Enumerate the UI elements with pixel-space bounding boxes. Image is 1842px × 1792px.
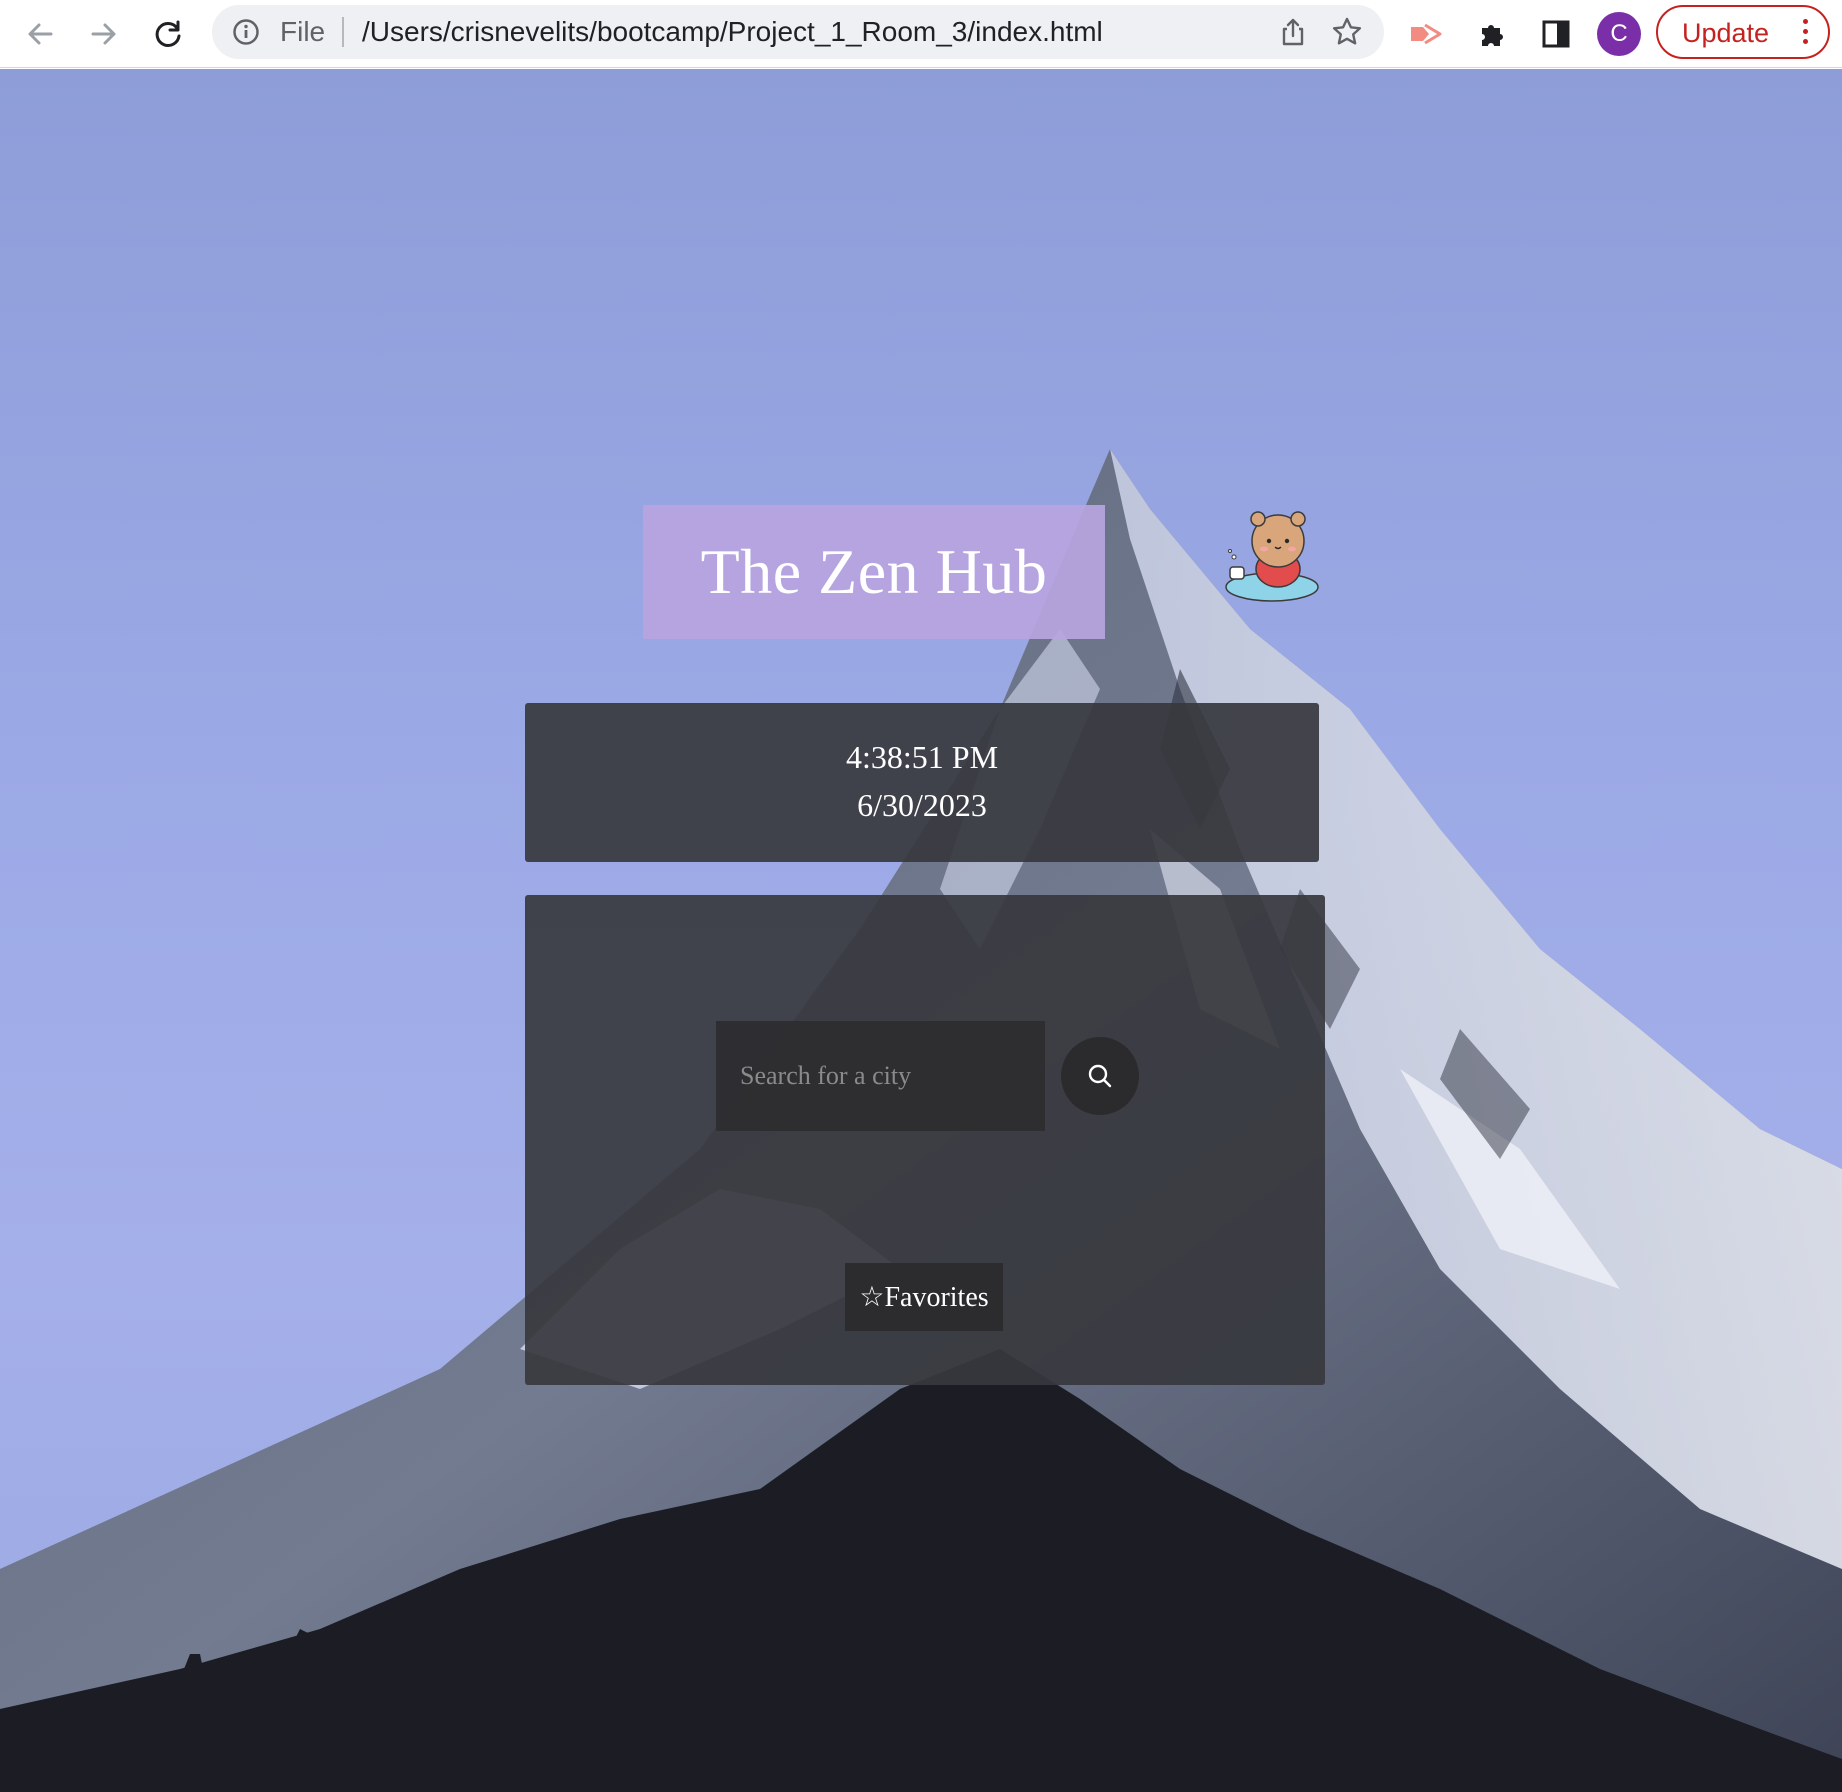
current-date: 6/30/2023 <box>857 787 987 823</box>
weather-search-panel: ☆Favorites <box>525 895 1325 1385</box>
back-arrow-icon <box>28 23 53 45</box>
url-scheme: File <box>280 16 326 47</box>
current-time: 4:38:51 PM <box>845 739 999 775</box>
url-divider <box>342 17 344 47</box>
search-button[interactable] <box>1061 1037 1139 1115</box>
extension-arrow-icon[interactable] <box>1404 12 1448 56</box>
info-icon[interactable] <box>232 18 260 46</box>
address-bar[interactable]: File /Users/crisnevelits/bootcamp/Projec… <box>212 5 1384 59</box>
page-viewport: The Zen Hub 4:38:51 PM 6/30/2023 ☆Favori… <box>0 69 1842 1792</box>
share-icon[interactable] <box>1276 15 1310 49</box>
url-text[interactable]: /Users/crisnevelits/bootcamp/Project_1_R… <box>362 18 1103 46</box>
profile-avatar[interactable]: C <box>1597 12 1641 56</box>
reload-icon <box>155 20 181 47</box>
bear-mascot-image <box>1225 511 1319 602</box>
city-search-input[interactable] <box>716 1021 1045 1131</box>
forward-button[interactable] <box>82 12 126 56</box>
page-title: The Zen Hub <box>700 536 1048 607</box>
browser-toolbar: File /Users/crisnevelits/bootcamp/Projec… <box>0 0 1842 68</box>
puzzle-icon[interactable] <box>1470 12 1514 56</box>
kebab-menu-icon[interactable] <box>1798 17 1812 47</box>
reload-button[interactable] <box>146 12 190 56</box>
favorites-button[interactable]: ☆Favorites <box>845 1263 1003 1331</box>
update-label: Update <box>1682 18 1770 48</box>
back-button[interactable] <box>18 12 62 56</box>
side-panel-icon[interactable] <box>1534 12 1578 56</box>
forward-arrow-icon <box>91 23 116 45</box>
bookmark-star-icon[interactable] <box>1330 15 1364 49</box>
update-button[interactable]: Update <box>1656 5 1830 59</box>
clock-panel: 4:38:51 PM 6/30/2023 <box>525 703 1319 862</box>
page-title-banner: The Zen Hub <box>643 505 1105 639</box>
search-icon <box>1088 1064 1112 1088</box>
